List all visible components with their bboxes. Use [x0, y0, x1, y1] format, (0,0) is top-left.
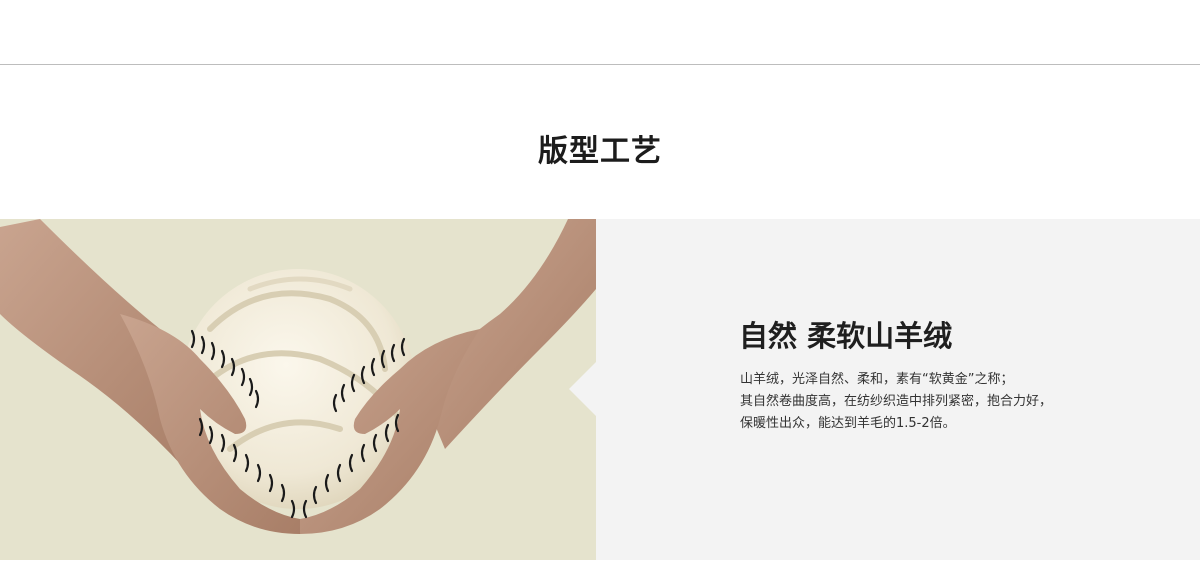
pointer-arrow — [569, 361, 597, 417]
description-line: 山羊绒，光泽自然、柔和，素有“软黄金”之称； — [740, 372, 1014, 387]
feature-heading: 自然 柔软山羊绒 — [739, 319, 953, 353]
section-title: 版型工艺 — [538, 134, 662, 169]
description-line: 保暖性出众，能达到羊毛的1.5-2倍。 — [740, 416, 956, 431]
product-image — [0, 219, 596, 560]
description-line: 其自然卷曲度高，在纺纱织造中排列紧密，抱合力好， — [740, 394, 1053, 409]
top-divider — [0, 64, 1200, 65]
cashmere-ball-illustration — [0, 219, 596, 534]
feature-description: 山羊绒，光泽自然、柔和，素有“软黄金”之称； 其自然卷曲度高，在纺纱织造中排列紧… — [740, 369, 1180, 435]
feature-panel: 自然 柔软山羊绒 山羊绒，光泽自然、柔和，素有“软黄金”之称； 其自然卷曲度高，… — [569, 219, 1200, 560]
